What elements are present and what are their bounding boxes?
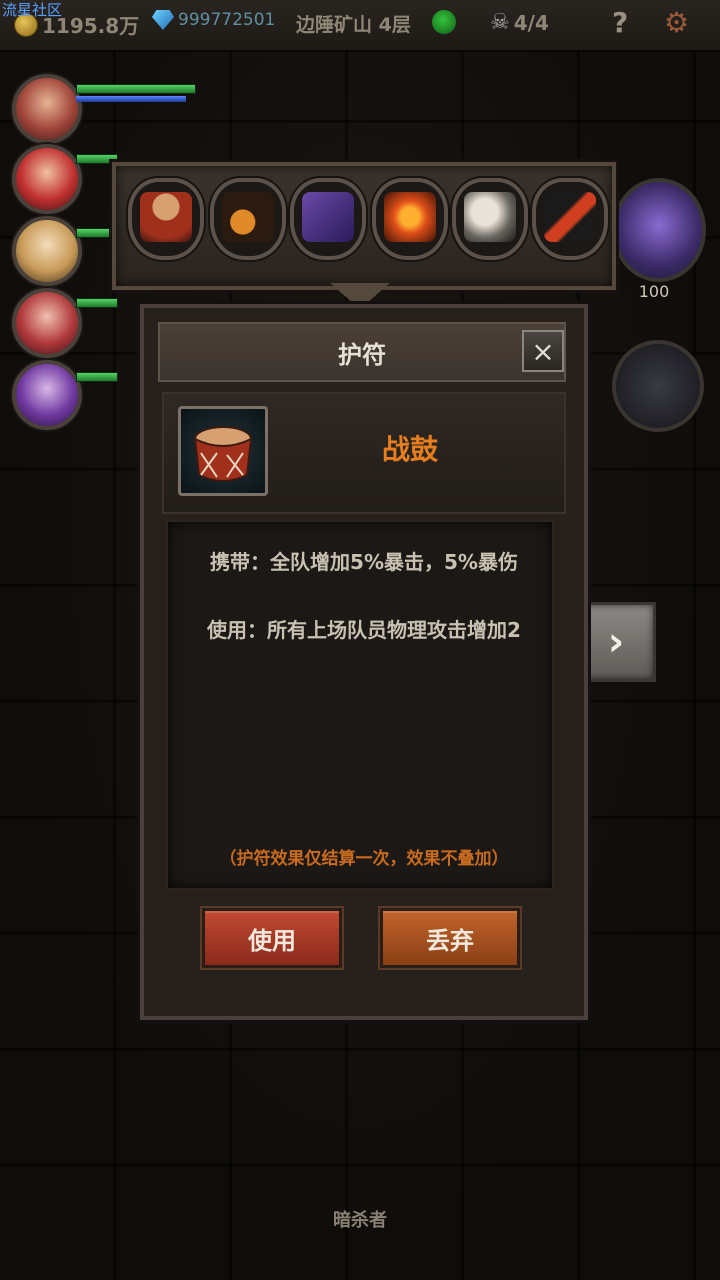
status-indicator[interactable] [432, 10, 456, 34]
hero-portrait-2[interactable] [12, 144, 82, 214]
top-status-bar: 1195.8万 999772501 边陲矿山 4层 ☠ 4/4 ? ⚙ [0, 0, 720, 52]
carry-effect-text: 携带：全队增加5%暴击，5%暴伤 [210, 550, 518, 574]
drop-button[interactable]: 丢弃 [380, 908, 520, 968]
pipe-icon [222, 192, 274, 242]
dialog-title: 护符 [338, 340, 386, 369]
inventory-slot-pipe[interactable] [210, 178, 286, 260]
inventory-slot-fire-feather[interactable] [372, 178, 448, 260]
use-button-label: 使用 [248, 926, 296, 955]
stacking-note: （护符效果仅结算一次，效果不叠加） [219, 849, 509, 869]
close-button[interactable]: × [522, 330, 564, 372]
inventory-slot-war-drum[interactable] [128, 178, 204, 260]
inventory-slot-griffin[interactable] [452, 178, 528, 260]
gear-icon: ⚙ [664, 6, 690, 39]
arrow-totem-icon [544, 192, 596, 242]
help-button[interactable]: ? [612, 6, 628, 39]
drop-button-label: 丢弃 [426, 926, 474, 955]
diamond-icon [152, 10, 174, 30]
item-description-panel [166, 520, 554, 890]
gem-amount: 999772501 [178, 10, 276, 30]
hero-1-mp-bar [76, 96, 186, 102]
companion-portrait[interactable] [612, 178, 706, 282]
use-button[interactable]: 使用 [202, 908, 342, 968]
location-name: 边陲矿山 4层 [296, 14, 411, 36]
kill-counter: ☠ 4/4 [490, 10, 549, 35]
dialog-header: 护符 [158, 322, 566, 382]
fire-feather-icon [384, 192, 436, 242]
selected-item-icon [178, 406, 268, 496]
help-icon: ? [612, 6, 629, 39]
location-label: 边陲矿山 4层 [296, 10, 411, 37]
hero-portrait-1[interactable] [12, 74, 82, 144]
skull-icon: ☠ [490, 10, 510, 35]
close-icon: × [531, 334, 555, 368]
settings-button[interactable]: ⚙ [664, 6, 689, 39]
use-effect-text: 使用：所有上场队员物理攻击增加2 [207, 618, 521, 642]
hero-5-hp-bar [76, 372, 118, 382]
hero-portrait-5[interactable] [12, 360, 82, 430]
companion-level: 100 [638, 282, 670, 301]
crow-skill-icon[interactable] [612, 340, 704, 432]
hero-4-hp-bar [76, 298, 118, 308]
spellbook-icon [302, 192, 354, 242]
smiley-icon [432, 10, 456, 34]
hero-portrait-3[interactable] [12, 216, 82, 286]
chevron-right-icon: › [607, 619, 625, 665]
war-drum-icon [193, 426, 253, 482]
war-drum-icon [140, 192, 192, 242]
hero-portrait-4[interactable] [12, 288, 82, 358]
watermark-text: 流星社区 [2, 1, 63, 19]
inventory-slot-spellbook[interactable] [290, 178, 366, 260]
hero-1-hp-bar [76, 84, 196, 94]
griffin-icon [464, 192, 516, 242]
next-page-button[interactable]: › [576, 602, 656, 682]
inventory-slot-arrow-totem[interactable] [532, 178, 608, 260]
gem-counter: 999772501 [152, 10, 275, 30]
item-name: 战鼓 [381, 433, 438, 466]
kill-count: 4/4 [513, 10, 549, 35]
unit-label: 暗杀者 [333, 1210, 387, 1231]
